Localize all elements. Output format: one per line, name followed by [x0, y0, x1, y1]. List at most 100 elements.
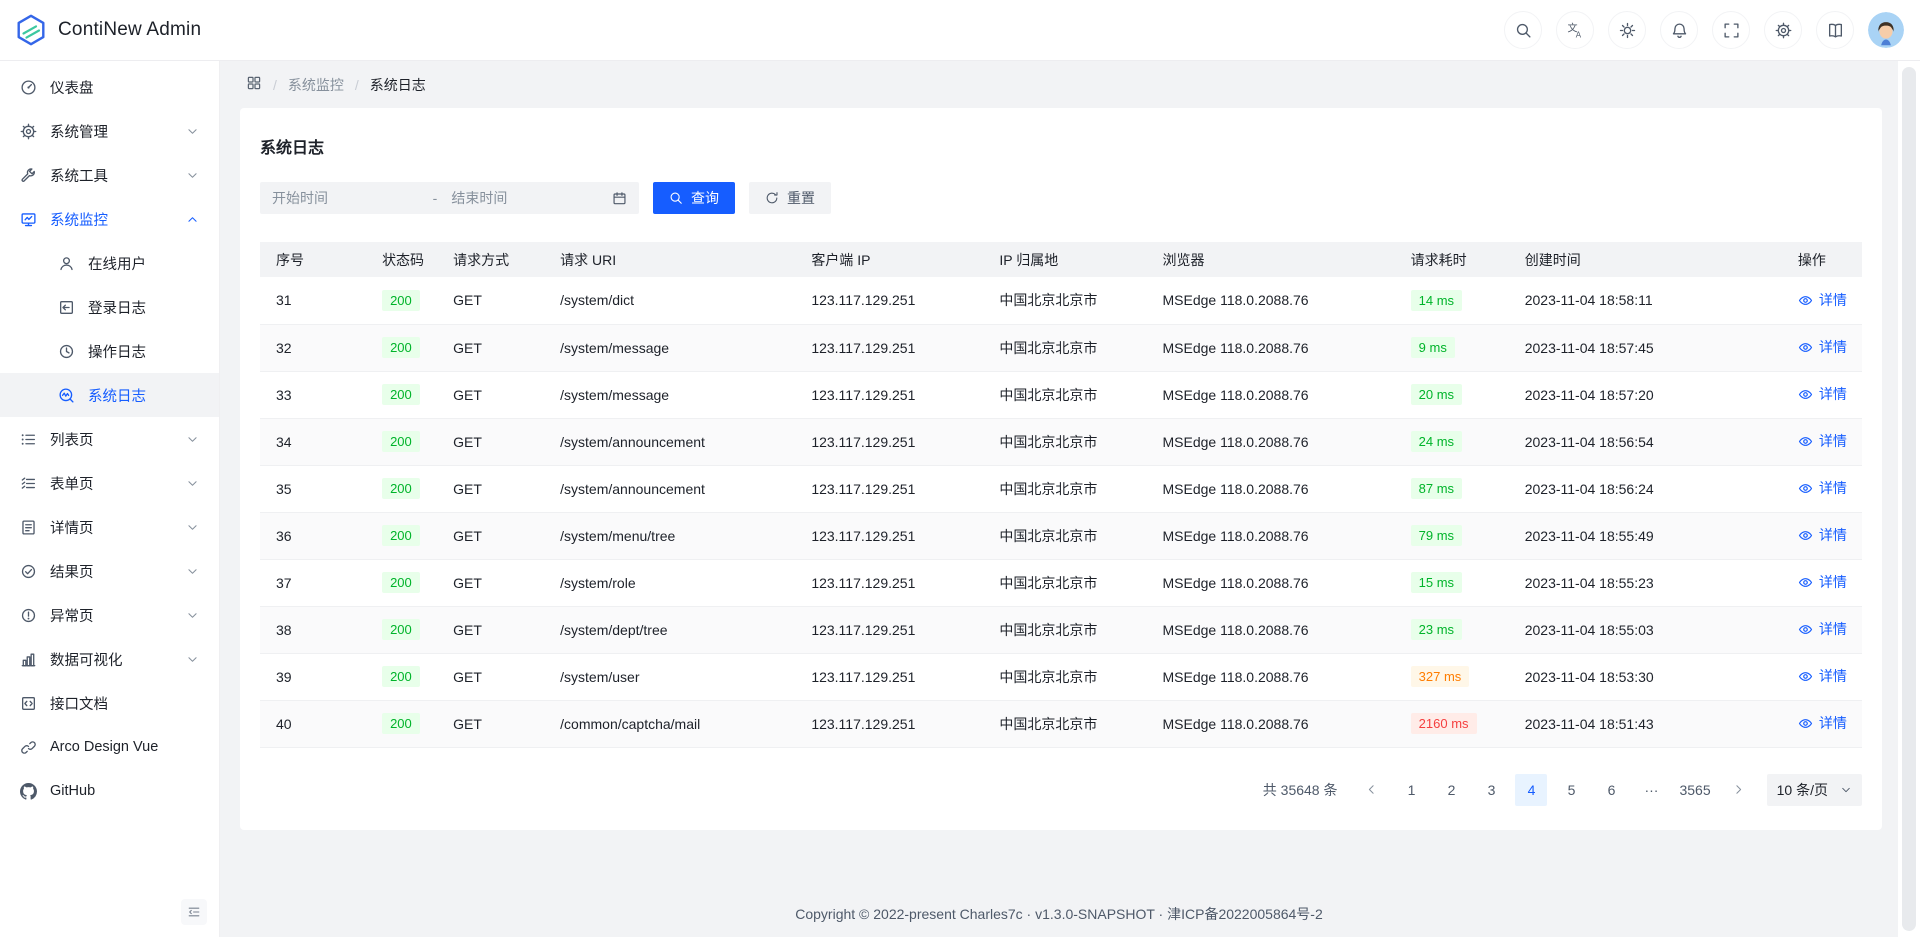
sidebar-item-5[interactable]: 列表页	[0, 417, 219, 461]
notifications-button[interactable]	[1660, 11, 1698, 49]
sidebar-item-label: 结果页	[50, 561, 94, 582]
pagination-total: 共 35648 条	[1263, 780, 1338, 800]
reset-button[interactable]: 重置	[749, 182, 831, 214]
user-avatar[interactable]	[1868, 12, 1904, 48]
chevron-left-icon	[1365, 783, 1378, 796]
sidebar-collapse-button[interactable]	[181, 899, 207, 925]
cell-browser: MSEdge 118.0.2088.76	[1147, 512, 1395, 559]
settings-button[interactable]	[1764, 11, 1802, 49]
detail-button[interactable]: 详情	[1798, 713, 1847, 733]
list-icon	[20, 431, 37, 448]
pagination-page-6[interactable]: 6	[1595, 774, 1627, 806]
sidebar-item-12[interactable]: Arco Design Vue	[0, 725, 219, 769]
sidebar-item-11[interactable]: 接口文档	[0, 681, 219, 725]
brand-link[interactable]: ContiNew Admin	[14, 13, 201, 47]
api-doc-icon	[20, 695, 37, 712]
history-icon	[58, 343, 75, 360]
sidebar-item-2[interactable]: 系统管理	[0, 109, 219, 153]
cell-action: 详情	[1782, 653, 1862, 700]
range-separator: -	[433, 190, 448, 206]
cell-uri: /system/message	[544, 371, 795, 418]
search-button[interactable]: 查询	[653, 182, 735, 214]
sidebar-subitem-1[interactable]: 在线用户	[0, 241, 219, 285]
detail-button[interactable]: 详情	[1798, 525, 1847, 545]
eye-icon	[1798, 293, 1813, 308]
sidebar-item-label: 仪表盘	[50, 77, 94, 98]
cell-method: GET	[437, 559, 544, 606]
sidebar-item-4[interactable]: 系统监控	[0, 197, 219, 241]
detail-button[interactable]: 详情	[1798, 290, 1847, 310]
detail-label: 详情	[1819, 713, 1847, 733]
table-row: 31200GET/system/dict123.117.129.251中国北京北…	[260, 277, 1862, 324]
detail-button[interactable]: 详情	[1798, 337, 1847, 357]
date-range-input[interactable]: 开始时间 - 结束时间	[260, 182, 639, 214]
chevron-down-icon	[186, 433, 199, 446]
cell-ip-region: 中国北京北京市	[983, 277, 1146, 324]
pagination-next-button[interactable]	[1723, 774, 1755, 806]
search-button[interactable]	[1504, 11, 1542, 49]
sidebar-subitem-4[interactable]: 系统日志	[0, 373, 219, 417]
cell-status: 200	[366, 512, 437, 559]
scrollbar-thumb[interactable]	[1902, 67, 1916, 931]
cell-client-ip: 123.117.129.251	[795, 418, 983, 465]
breadcrumb: /系统监控/系统日志	[240, 61, 1898, 108]
docs-button[interactable]	[1816, 11, 1854, 49]
svg-text:A: A	[1575, 30, 1581, 39]
apps-icon	[246, 75, 262, 91]
end-time-placeholder: 结束时间	[447, 188, 612, 208]
cell-elapsed: 15 ms	[1395, 559, 1509, 606]
cell-elapsed: 327 ms	[1395, 653, 1509, 700]
cell-status: 200	[366, 418, 437, 465]
detail-button[interactable]: 详情	[1798, 619, 1847, 639]
cell-browser: MSEdge 118.0.2088.76	[1147, 418, 1395, 465]
page-size-select[interactable]: 10 条/页	[1767, 774, 1862, 806]
sidebar-item-9[interactable]: 异常页	[0, 593, 219, 637]
pagination-page-5[interactable]: 5	[1555, 774, 1587, 806]
breadcrumb-home[interactable]	[246, 75, 262, 94]
sidebar-item-1[interactable]: 仪表盘	[0, 65, 219, 109]
fullscreen-icon	[1723, 22, 1740, 39]
breadcrumb-item[interactable]: 系统监控	[288, 75, 344, 95]
sidebar-subitem-label: 操作日志	[88, 341, 146, 362]
cell-ip-region: 中国北京北京市	[983, 606, 1146, 653]
detail-button[interactable]: 详情	[1798, 478, 1847, 498]
sidebar-item-8[interactable]: 结果页	[0, 549, 219, 593]
detail-button[interactable]: 详情	[1798, 431, 1847, 451]
pagination-prev-button[interactable]	[1355, 774, 1387, 806]
cell-index: 35	[260, 465, 366, 512]
detail-button[interactable]: 详情	[1798, 572, 1847, 592]
sidebar-item-10[interactable]: 数据可视化	[0, 637, 219, 681]
cell-created-at: 2023-11-04 18:56:54	[1509, 418, 1782, 465]
cell-index: 37	[260, 559, 366, 606]
sidebar: 仪表盘系统管理系统工具系统监控在线用户登录日志操作日志系统日志列表页表单页详情页…	[0, 61, 220, 937]
column-header-4: 请求 URI	[544, 242, 795, 277]
cell-action: 详情	[1782, 324, 1862, 371]
sidebar-item-6[interactable]: 表单页	[0, 461, 219, 505]
pagination-page-1[interactable]: 1	[1395, 774, 1427, 806]
cell-status: 200	[366, 559, 437, 606]
pagination-page-3[interactable]: 3	[1475, 774, 1507, 806]
pagination-page-3565[interactable]: 3565	[1675, 774, 1714, 806]
pagination-page-2[interactable]: 2	[1435, 774, 1467, 806]
cell-uri: /system/user	[544, 653, 795, 700]
cell-method: GET	[437, 371, 544, 418]
pagination-page-4[interactable]: 4	[1515, 774, 1547, 806]
pagination-ellipsis[interactable]: ···	[1635, 774, 1667, 806]
translate-button[interactable]: 文A	[1556, 11, 1594, 49]
sidebar-subitem-2[interactable]: 登录日志	[0, 285, 219, 329]
page-size-value: 10 条/页	[1777, 780, 1828, 800]
detail-button[interactable]: 详情	[1798, 666, 1847, 686]
detail-button[interactable]: 详情	[1798, 384, 1847, 404]
sidebar-subitem-3[interactable]: 操作日志	[0, 329, 219, 373]
cell-index: 38	[260, 606, 366, 653]
sidebar-item-3[interactable]: 系统工具	[0, 153, 219, 197]
sidebar-subitem-label: 在线用户	[88, 253, 146, 274]
cell-created-at: 2023-11-04 18:53:30	[1509, 653, 1782, 700]
column-header-10: 操作	[1782, 242, 1862, 277]
theme-light-button[interactable]	[1608, 11, 1646, 49]
sidebar-item-13[interactable]: GitHub	[0, 769, 219, 813]
sidebar-item-7[interactable]: 详情页	[0, 505, 219, 549]
cell-status: 200	[366, 371, 437, 418]
status-badge: 200	[382, 525, 420, 546]
fullscreen-button[interactable]	[1712, 11, 1750, 49]
